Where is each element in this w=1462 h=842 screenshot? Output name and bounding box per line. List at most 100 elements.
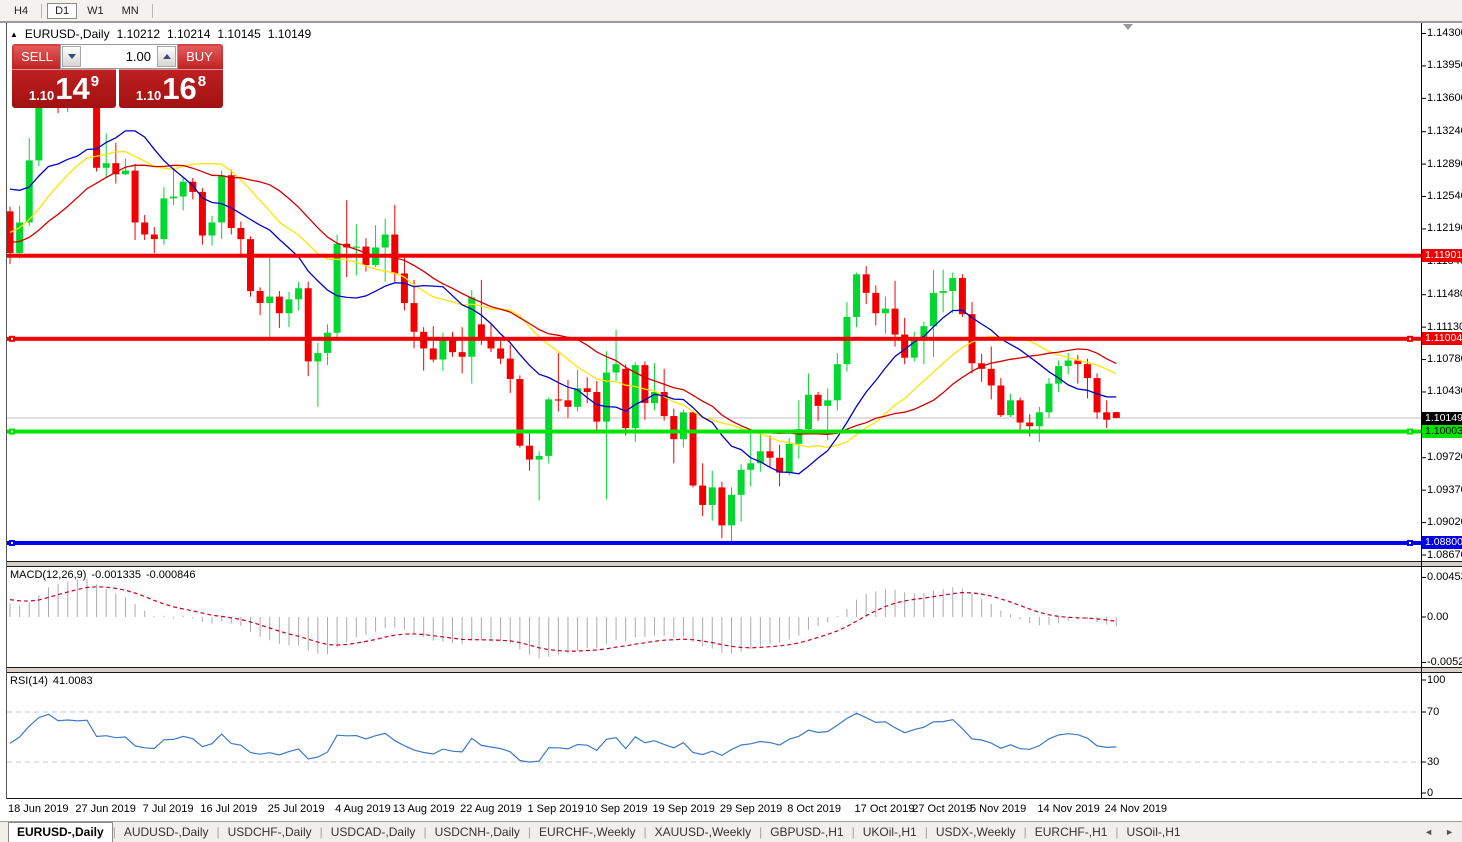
candle-body [786, 444, 793, 473]
timeframe-button-w1[interactable]: W1 [79, 3, 112, 19]
support-resistance-line[interactable] [7, 254, 1421, 258]
rsi-axis-label: 70 [1427, 706, 1439, 718]
candle-body [738, 470, 745, 495]
pane-splitter[interactable] [7, 668, 1462, 672]
price-axis-label: 1.11480 [1427, 288, 1462, 300]
candle-body [228, 175, 235, 228]
price-axis-label: 1.12190 [1427, 222, 1462, 234]
date-axis-label: 7 Jul 2019 [143, 803, 194, 815]
candle-body [468, 297, 475, 356]
candle-body [709, 487, 716, 505]
candle-body [584, 388, 591, 392]
ohlc-open: 1.10212 [117, 27, 160, 41]
timeframe-toolbar: H4 D1W1MN [0, 0, 1462, 22]
candle-body [690, 412, 697, 485]
chart-tab-usdchf-daily[interactable]: USDCHF-,Daily [220, 823, 320, 842]
price-axis-label: 1.13950 [1427, 59, 1462, 71]
candle-body [170, 197, 177, 199]
rsi-indicator-label: RSI(14) 41.0083 [10, 675, 93, 687]
line-anchor-dot [1409, 542, 1411, 544]
chart-tab-eurchf-h1[interactable]: EURCHF-,H1 [1027, 823, 1116, 842]
sell-button[interactable]: SELL [14, 46, 60, 67]
candle-body [564, 400, 571, 406]
candle-body [593, 392, 600, 422]
candle-body [699, 486, 706, 505]
rsi-name: RSI(14) [10, 675, 48, 687]
candle-body [324, 333, 331, 353]
timeframe-button-d1[interactable]: D1 [47, 3, 77, 19]
rsi-value: 41.0083 [53, 675, 93, 687]
macd-signal-value: -0.000846 [146, 569, 196, 581]
candle-body [988, 369, 995, 386]
candle-body [257, 291, 264, 303]
candle-body [209, 222, 216, 235]
candle-body [353, 247, 360, 248]
chart-tab-usdcnh-daily[interactable]: USDCNH-,Daily [427, 823, 528, 842]
chart-background [7, 23, 1421, 798]
candle-body [766, 451, 773, 457]
chart-canvas[interactable] [0, 0, 1462, 842]
support-resistance-line[interactable] [7, 541, 1421, 545]
chart-tab-ukoil-h1[interactable]: UKOil-,H1 [855, 823, 925, 842]
candle-body [613, 364, 620, 372]
candle-body [295, 288, 302, 299]
macd-indicator-label: MACD(12,26,9) -0.001335 -0.000846 [10, 569, 196, 581]
line-anchor-dot [1409, 338, 1411, 340]
date-axis-label: 27 Oct 2019 [912, 803, 972, 815]
macd-axis-label: -0.005205 [1427, 656, 1462, 668]
support-resistance-line[interactable] [7, 337, 1421, 341]
buy-price-main: 1.10 [136, 88, 161, 103]
candle-body [314, 353, 321, 361]
price-axis-label: 1.14300 [1427, 27, 1462, 39]
candle-body [103, 163, 110, 168]
chart-tab-usoil-h1[interactable]: USOil-,H1 [1119, 823, 1189, 842]
macd-axis-label: 0.00 [1427, 611, 1448, 623]
tab-scroll-left-icon[interactable]: ◄ [1424, 827, 1433, 837]
price-axis-label: 1.09370 [1427, 484, 1462, 496]
candle-body [536, 456, 543, 460]
price-badge: 1.11004 [1422, 332, 1462, 345]
timeframe-button-h4[interactable]: H4 [6, 3, 36, 19]
date-axis-label: 27 Jun 2019 [75, 803, 136, 815]
chart-tab-eurchf-weekly[interactable]: EURCHF-,Weekly [531, 823, 643, 842]
sell-price-display: 1.10 14 9 [12, 69, 116, 108]
candle-body [949, 278, 956, 291]
collapse-trade-panel-icon[interactable]: ▲ [10, 30, 18, 39]
date-axis-label: 1 Sep 2019 [527, 803, 583, 815]
candle-body [276, 297, 283, 314]
chart-tab-audusd-daily[interactable]: AUDUSD-,Daily [116, 823, 217, 842]
price-axis-label: 1.11130 [1427, 321, 1462, 333]
chart-tab-gbpusd-h1[interactable]: GBPUSD-,H1 [762, 823, 851, 842]
macd-value: -0.001335 [91, 569, 141, 581]
chart-tab-usdx-weekly[interactable]: USDX-,Weekly [928, 823, 1024, 842]
tab-scroll-right-icon[interactable]: ► [1445, 827, 1454, 837]
candle-body [478, 324, 485, 338]
candle-body [141, 222, 148, 234]
date-axis-label: 18 Jun 2019 [8, 803, 69, 815]
candle-body [555, 399, 562, 400]
date-axis-label: 14 Nov 2019 [1037, 803, 1099, 815]
candle-body [1055, 366, 1062, 384]
volume-decrease-button[interactable] [62, 46, 81, 67]
volume-input[interactable] [82, 45, 156, 68]
one-click-trading-panel: SELL 1.10 14 9 BUY 1.10 16 8 [12, 44, 223, 108]
date-axis-label: 19 Sep 2019 [653, 803, 715, 815]
line-anchor-dot [1409, 431, 1411, 433]
chart-tab-eurusd-daily[interactable]: EURUSD-,Daily [8, 822, 113, 842]
line-anchor-dot [11, 431, 13, 433]
buy-price-big: 16 [162, 72, 196, 106]
support-resistance-line[interactable] [7, 430, 1421, 434]
buy-button[interactable]: BUY [178, 46, 221, 67]
candle-body [834, 364, 841, 400]
pane-splitter[interactable] [7, 562, 1462, 566]
volume-increase-button[interactable] [157, 46, 176, 67]
sell-price-pip: 9 [91, 73, 99, 90]
candle-body [1084, 364, 1091, 378]
chart-tab-usdcad-daily[interactable]: USDCAD-,Daily [323, 823, 424, 842]
timeframe-button-mn[interactable]: MN [114, 3, 147, 19]
price-axis-label: 1.10780 [1427, 353, 1462, 365]
candle-body [218, 175, 225, 222]
chart-tab-xauusd-weekly[interactable]: XAUUSD-,Weekly [647, 823, 759, 842]
candle-body [747, 463, 754, 469]
candle-body [151, 235, 158, 240]
